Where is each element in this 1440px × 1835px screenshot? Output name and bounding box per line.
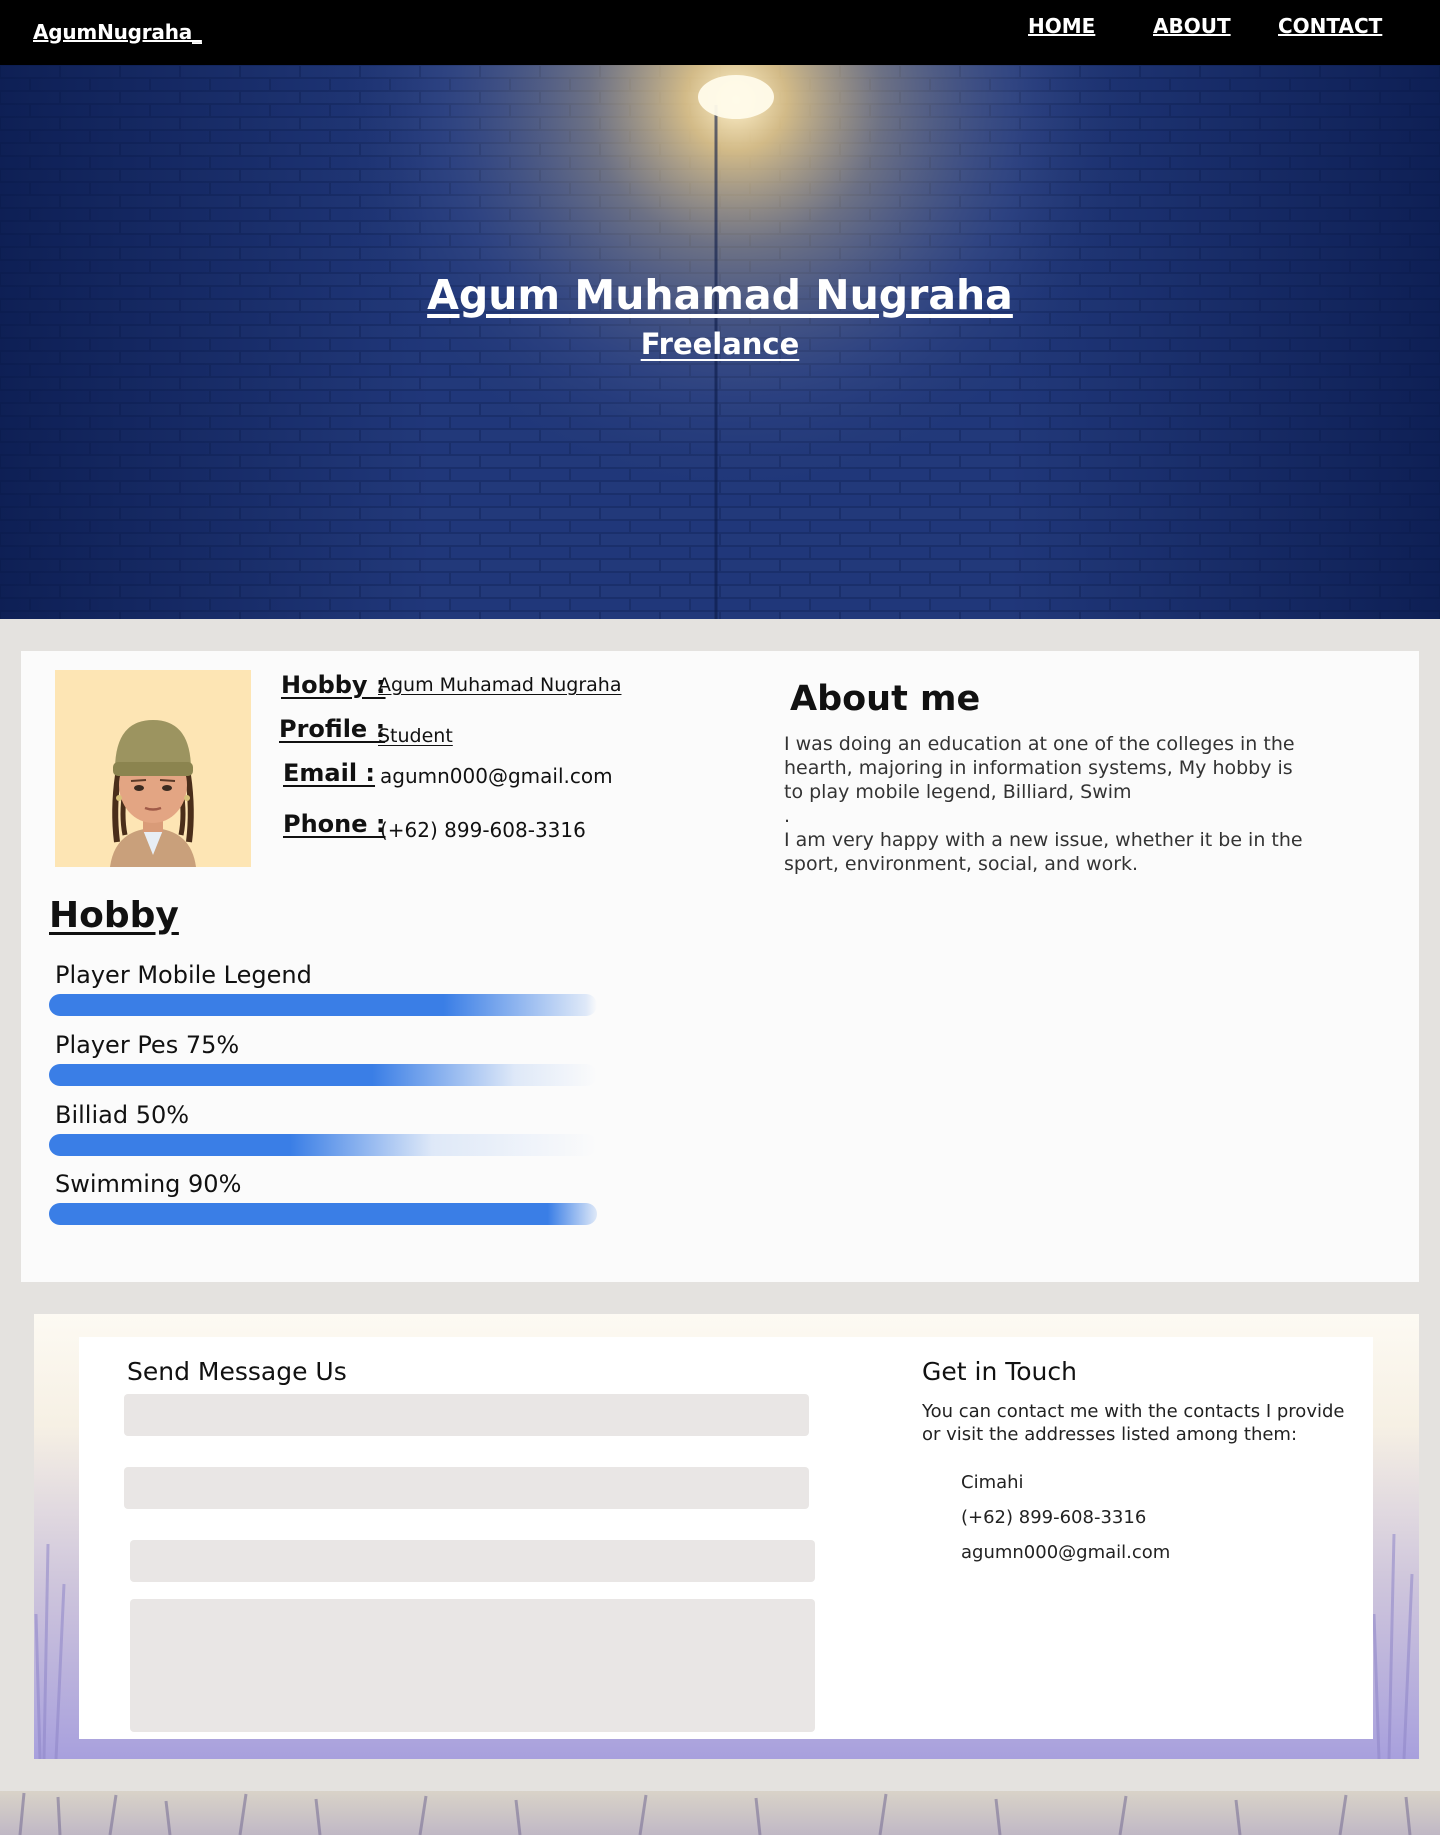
- about-paragraph: I am very happy with a new issue, whethe…: [784, 829, 1303, 875]
- get-in-touch-text: You can contact me with the contacts I p…: [922, 1401, 1345, 1445]
- hobby-info-label: Hobby :: [281, 671, 386, 699]
- skill-progress-bar: [49, 994, 597, 1016]
- about-title: About me: [790, 679, 981, 719]
- hobby-info-value: Agum Muhamad Nugraha: [378, 674, 622, 696]
- email-info-value: agumn000@gmail.com: [380, 764, 613, 788]
- skill-progress-bar: [49, 1064, 597, 1086]
- skill-label: Swimming 90%: [55, 1170, 242, 1198]
- email-info-label: Email :: [283, 759, 376, 787]
- about-paragraph: .: [784, 805, 791, 827]
- skill-progress-bar: [49, 1203, 597, 1225]
- contact-section: Send Message Us Get in Touch You can con…: [34, 1314, 1419, 1759]
- profile-info-label: Profile :: [279, 715, 386, 743]
- email-input[interactable]: [124, 1467, 809, 1509]
- footer-lavender-image: [18, 1792, 1412, 1835]
- contact-city: Cimahi: [961, 1472, 1024, 1493]
- footer-banner: [0, 1791, 1440, 1835]
- subject-input[interactable]: [130, 1540, 815, 1582]
- skill-label: Player Mobile Legend: [55, 961, 312, 989]
- about-section: Hobby : Agum Muhamad Nugraha Profile : S…: [21, 651, 1419, 1282]
- contact-phone: (+62) 899-608-3316: [961, 1507, 1147, 1528]
- get-in-touch-title: Get in Touch: [922, 1357, 1077, 1386]
- contact-email: agumn000@gmail.com: [961, 1542, 1171, 1563]
- about-text: I was doing an education at one of the c…: [784, 732, 1314, 876]
- nav-home-link[interactable]: HOME: [1028, 14, 1095, 38]
- hero-subtitle: Freelance: [640, 327, 800, 361]
- brand-logo-link[interactable]: AgumNugraha_: [33, 20, 202, 44]
- name-input[interactable]: [124, 1394, 809, 1436]
- message-textarea[interactable]: [130, 1599, 815, 1732]
- hero-title: Agum Muhamad Nugraha: [427, 271, 1013, 319]
- about-paragraph: I was doing an education at one of the c…: [784, 733, 1295, 803]
- profile-avatar: [55, 670, 251, 867]
- navbar: AgumNugraha_ HOME ABOUT CONTACT: [0, 0, 1440, 65]
- phone-info-label: Phone :: [283, 810, 386, 838]
- send-message-title: Send Message Us: [127, 1357, 347, 1386]
- nav-contact-link[interactable]: CONTACT: [1278, 14, 1382, 38]
- hobby-section-title: Hobby: [49, 895, 179, 936]
- skill-progress-bar: [49, 1134, 597, 1156]
- contact-card: Send Message Us Get in Touch You can con…: [79, 1337, 1373, 1739]
- phone-info-value: (+62) 899-608-3316: [380, 818, 586, 842]
- profile-info-value: Student: [378, 725, 453, 747]
- skill-label: Billiad 50%: [55, 1101, 190, 1129]
- skill-label: Player Pes 75%: [55, 1031, 240, 1059]
- nav-about-link[interactable]: ABOUT: [1153, 14, 1231, 38]
- hero-banner: Agum Muhamad Nugraha Freelance: [0, 65, 1440, 619]
